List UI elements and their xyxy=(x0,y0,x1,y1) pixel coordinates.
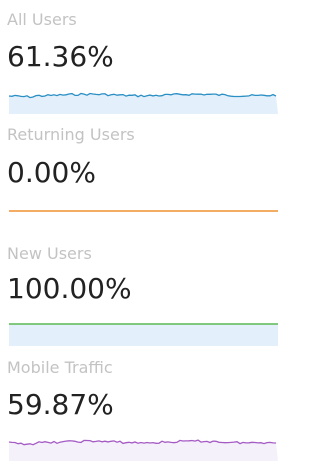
sparkline-svg xyxy=(9,92,278,114)
metric-value: 61.36% xyxy=(7,40,114,73)
metric-value: 100.00% xyxy=(7,272,132,305)
sparkline xyxy=(9,88,278,114)
metric-value: 0.00% xyxy=(7,156,96,189)
metric-label: New Users xyxy=(7,244,92,263)
sparkline-svg xyxy=(9,323,278,346)
sparkline xyxy=(9,203,278,229)
sparkline-svg xyxy=(9,439,278,461)
sparkline-svg xyxy=(9,210,278,212)
metric-label: Mobile Traffic xyxy=(7,358,113,377)
sparkline xyxy=(9,435,278,461)
metric-label: All Users xyxy=(7,10,77,29)
metric-value: 59.87% xyxy=(7,388,114,421)
sparkline-area xyxy=(9,324,278,346)
sparkline xyxy=(9,320,278,346)
metric-label: Returning Users xyxy=(7,125,135,144)
